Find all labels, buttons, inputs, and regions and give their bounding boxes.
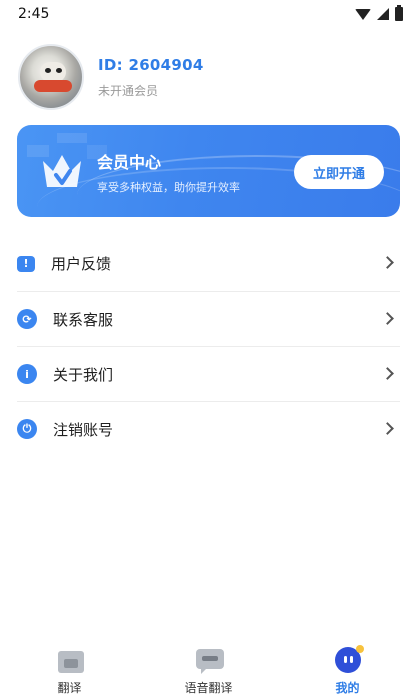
customer-service-icon: ⟳ bbox=[17, 309, 37, 329]
avatar-face bbox=[40, 62, 66, 82]
feedback-icon: ! bbox=[17, 255, 35, 272]
menu-item-about[interactable]: i 关于我们 bbox=[17, 346, 400, 401]
settings-menu: ! 用户反馈 ⟳ 联系客服 i 关于我们 ⏻ 注销账号 bbox=[17, 236, 400, 456]
chevron-right-icon bbox=[381, 367, 394, 380]
member-status: 未开通会员 bbox=[98, 83, 159, 98]
menu-item-label: 注销账号 bbox=[53, 420, 114, 439]
nav-label: 语音翻译 bbox=[184, 680, 233, 695]
signal-icon bbox=[377, 8, 389, 20]
menu-item-customer-service[interactable]: ⟳ 联系客服 bbox=[17, 291, 400, 346]
vip-title: 会员中心 bbox=[97, 153, 162, 172]
avatar-scarf bbox=[34, 80, 72, 92]
menu-item-label: 联系客服 bbox=[53, 310, 114, 329]
battery-icon bbox=[395, 5, 403, 21]
info-icon: i bbox=[17, 364, 37, 384]
user-id: ID: 2604904 bbox=[98, 55, 204, 74]
profile-section[interactable]: ID: 2604904 未开通会员 bbox=[18, 44, 204, 110]
nav-label: 我的 bbox=[335, 680, 360, 695]
power-icon: ⏻ bbox=[17, 419, 37, 439]
status-time: 2:45 bbox=[18, 6, 50, 22]
nav-label: 翻译 bbox=[57, 680, 82, 695]
nav-item-me[interactable]: 我的 bbox=[298, 644, 398, 696]
crown-icon bbox=[43, 155, 81, 187]
wifi-icon bbox=[355, 8, 371, 20]
vip-subtitle: 享受多种权益，助你提升效率 bbox=[97, 181, 240, 194]
menu-item-feedback[interactable]: ! 用户反馈 bbox=[17, 236, 400, 291]
vip-banner[interactable]: 会员中心 享受多种权益，助你提升效率 立即开通 bbox=[17, 125, 400, 217]
chevron-right-icon bbox=[381, 422, 394, 435]
avatar-eye bbox=[45, 68, 51, 73]
chevron-right-icon bbox=[381, 312, 394, 325]
avatar[interactable] bbox=[18, 44, 84, 110]
activate-vip-button[interactable]: 立即开通 bbox=[294, 155, 384, 189]
profile-icon bbox=[332, 644, 364, 673]
voice-translate-icon bbox=[193, 645, 225, 674]
menu-item-delete-account[interactable]: ⏻ 注销账号 bbox=[17, 401, 400, 456]
status-icons bbox=[355, 5, 403, 21]
avatar-eye bbox=[56, 68, 62, 73]
menu-item-label: 关于我们 bbox=[53, 365, 114, 384]
nav-item-voice-translate[interactable]: 语音翻译 bbox=[159, 645, 259, 696]
profile-text: ID: 2604904 未开通会员 bbox=[98, 56, 204, 99]
bottom-nav: 翻译 语音翻译 我的 bbox=[0, 640, 417, 700]
nav-item-translate[interactable]: 翻译 bbox=[20, 645, 120, 696]
chevron-right-icon bbox=[381, 256, 394, 269]
translate-icon bbox=[54, 645, 86, 673]
status-bar: 2:45 bbox=[0, 0, 417, 28]
menu-item-label: 用户反馈 bbox=[51, 255, 112, 273]
